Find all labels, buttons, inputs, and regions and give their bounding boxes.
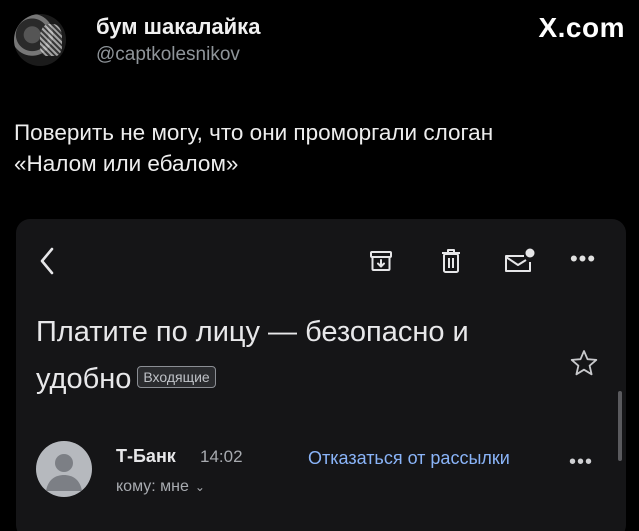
more-options-button[interactable]: ••• bbox=[568, 246, 598, 271]
email-screenshot: ••• Платите по лицу — безопасно и удобно… bbox=[16, 219, 626, 531]
email-subject: Платите по лицу — безопасно и удобно Вход… bbox=[36, 309, 556, 403]
star-icon bbox=[570, 350, 598, 376]
star-button[interactable] bbox=[568, 347, 600, 379]
unsubscribe-link[interactable]: Отказаться от рассылки bbox=[308, 448, 510, 469]
tweet-text: Поверить не могу, что они проморгали сло… bbox=[14, 117, 624, 179]
chevron-down-icon: ⌄ bbox=[194, 480, 205, 494]
recipient-toggle[interactable]: кому: мне ⌄ bbox=[116, 478, 205, 496]
inbox-label-chip[interactable]: Входящие bbox=[137, 366, 216, 389]
trash-icon bbox=[442, 249, 460, 273]
mail-dot-icon bbox=[505, 248, 535, 272]
tweet-text-line: «Налом или ебалом» bbox=[14, 151, 239, 176]
back-button[interactable] bbox=[32, 241, 62, 281]
archive-icon bbox=[370, 251, 392, 271]
user-handle[interactable]: @captkolesnikov bbox=[96, 44, 240, 66]
tweet-text-line: Поверить не могу, что они проморгали сло… bbox=[14, 120, 494, 145]
subject-text: Платите по лицу — безопасно и удобно bbox=[36, 316, 469, 395]
archive-button[interactable] bbox=[364, 244, 398, 278]
x-logo: X.com bbox=[538, 12, 625, 43]
sender-avatar[interactable] bbox=[36, 441, 92, 497]
delete-button[interactable] bbox=[434, 244, 468, 278]
tweet-header: бум шакалайка @captkolesnikov X.com bbox=[14, 12, 625, 68]
display-name[interactable]: бум шакалайка bbox=[96, 14, 260, 40]
scrollbar[interactable] bbox=[618, 391, 622, 461]
recipient-text: кому: мне bbox=[116, 478, 189, 495]
mark-unread-button[interactable] bbox=[500, 243, 538, 279]
sender-name[interactable]: Т-Банк bbox=[116, 446, 176, 467]
user-avatar[interactable] bbox=[14, 14, 66, 66]
chevron-left-icon bbox=[40, 247, 54, 275]
sender-more-button[interactable]: ••• bbox=[569, 451, 593, 474]
person-icon bbox=[46, 454, 82, 491]
sent-time: 14:02 bbox=[200, 447, 243, 466]
